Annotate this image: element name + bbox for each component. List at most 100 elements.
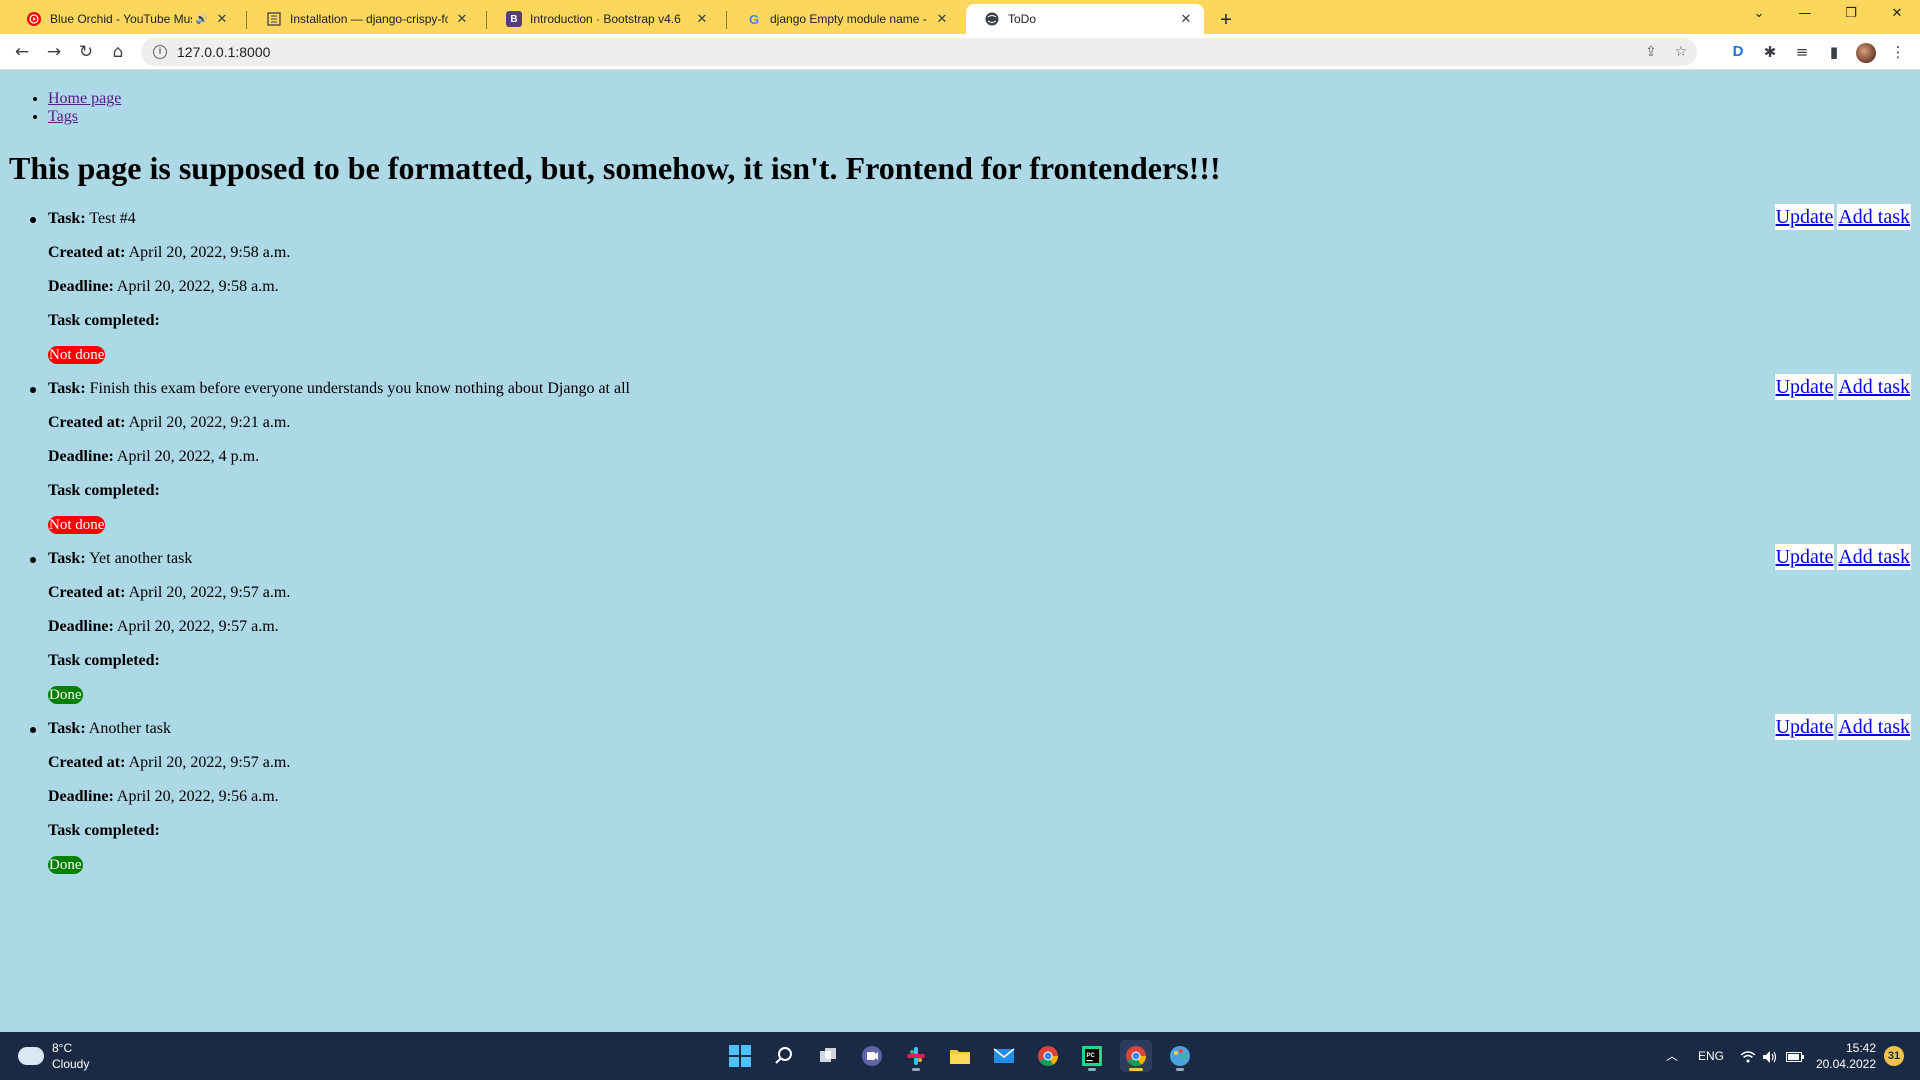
search-icon[interactable] (768, 1040, 800, 1072)
task-actions: Update Add task (1774, 714, 1911, 740)
created-row: Created at: April 20, 2022, 9:58 a.m. (48, 244, 290, 262)
task-actions: Update Add task (1774, 544, 1911, 570)
address-bar[interactable]: i 127.0.0.1:8000 ⇪ ☆ (141, 38, 1697, 66)
deadline-row: Deadline: April 20, 2022, 9:57 a.m. (48, 618, 279, 636)
completed-label: Task completed: (48, 652, 160, 669)
task-view-icon[interactable] (812, 1040, 844, 1072)
tab-youtube-music[interactable]: Blue Orchid - YouTube Music 🔊 ✕ (8, 4, 240, 34)
tab-search-icon[interactable]: ⌄ (1736, 0, 1782, 30)
clock[interactable]: 15:42 20.04.2022 (1816, 1040, 1876, 1072)
add-task-link[interactable]: Add task (1837, 374, 1911, 400)
media-control-icon[interactable]: ≡ (1788, 38, 1816, 66)
windows-taskbar: 8°C Cloudy PC ︿ ENG 15:42 20.04.2022 31 (0, 1032, 1920, 1080)
task-actions: Update Add task (1774, 374, 1911, 400)
close-icon[interactable]: ✕ (934, 11, 950, 27)
google-icon: G (748, 11, 760, 27)
extension-d-icon[interactable]: D (1724, 38, 1752, 66)
teams-chat-icon[interactable] (856, 1040, 888, 1072)
tab-bootstrap[interactable]: B Introduction · Bootstrap v4.6 ✕ (488, 4, 720, 34)
tab-django-crispy-forms[interactable]: Installation — django-crispy-forms ✕ (248, 4, 480, 34)
bookmark-star-icon[interactable]: ☆ (1669, 38, 1693, 66)
update-link[interactable]: Update (1774, 714, 1835, 740)
paint-icon[interactable] (1164, 1040, 1196, 1072)
running-indicator (1088, 1068, 1096, 1071)
pycharm-icon[interactable]: PC (1076, 1040, 1108, 1072)
wifi-icon[interactable] (1740, 1032, 1756, 1080)
tab-google-search[interactable]: G django Empty module name - Поиск ✕ (728, 4, 960, 34)
back-arrow-icon[interactable]: ← (8, 38, 36, 66)
list-bullet (30, 217, 36, 223)
tab-strip: Blue Orchid - YouTube Music 🔊 ✕ Installa… (0, 0, 1920, 34)
deadline-label: Deadline: (48, 788, 114, 805)
volume-icon[interactable] (1762, 1032, 1778, 1080)
temperature: 8°C (52, 1041, 73, 1055)
notification-badge[interactable]: 31 (1884, 1046, 1904, 1066)
completed-label: Task completed: (48, 482, 160, 499)
extensions-puzzle-icon[interactable]: ✱ (1756, 38, 1784, 66)
completed-row: Task completed: (48, 312, 160, 330)
avatar[interactable] (1856, 43, 1876, 63)
add-task-link[interactable]: Add task (1837, 204, 1911, 230)
slack-icon[interactable] (900, 1040, 932, 1072)
task-item: Task: Yet another task Created at: April… (0, 544, 1920, 720)
list-bullet (30, 387, 36, 393)
tab-title: django Empty module name - Поиск (770, 12, 928, 26)
update-link[interactable]: Update (1774, 204, 1835, 230)
deadline-value: April 20, 2022, 4 p.m. (116, 448, 260, 465)
close-icon[interactable]: ✕ (454, 11, 470, 27)
task-name-row: Task: Test #4 (48, 210, 136, 228)
weather-condition: Cloudy (52, 1057, 90, 1071)
deadline-row: Deadline: April 20, 2022, 9:56 a.m. (48, 788, 279, 806)
add-task-link[interactable]: Add task (1837, 714, 1911, 740)
task-name: Test #4 (89, 210, 136, 227)
chevron-up-icon[interactable]: ︿ (1666, 1032, 1678, 1080)
chrome-active-icon[interactable] (1120, 1040, 1152, 1072)
close-icon[interactable]: ✕ (694, 11, 710, 27)
site-info-icon[interactable]: i (153, 45, 167, 59)
speaker-icon[interactable]: 🔊 (196, 14, 208, 25)
globe-icon (984, 11, 1000, 27)
restore-button[interactable]: ❐ (1828, 0, 1874, 30)
chrome-icon[interactable] (1032, 1040, 1064, 1072)
deadline-label: Deadline: (48, 448, 114, 465)
share-icon[interactable]: ⇪ (1639, 38, 1663, 66)
update-link[interactable]: Update (1774, 544, 1835, 570)
deadline-row: Deadline: April 20, 2022, 4 p.m. (48, 448, 259, 466)
home-page-link[interactable]: Home page (48, 90, 121, 107)
mail-icon[interactable] (988, 1040, 1020, 1072)
tab-todo[interactable]: ToDo ✕ (966, 4, 1204, 34)
close-icon[interactable]: ✕ (1178, 11, 1194, 27)
file-explorer-icon[interactable] (944, 1040, 976, 1072)
side-panel-icon[interactable]: ▮ (1820, 38, 1848, 66)
forward-arrow-icon[interactable]: → (40, 38, 68, 66)
created-row: Created at: April 20, 2022, 9:57 a.m. (48, 584, 290, 602)
close-window-button[interactable]: ✕ (1874, 0, 1920, 30)
tags-link[interactable]: Tags (48, 108, 78, 125)
clock-date: 20.04.2022 (1815, 1057, 1876, 1071)
deadline-label: Deadline: (48, 278, 114, 295)
menu-kebab-icon[interactable]: ⋮ (1884, 38, 1912, 66)
update-link[interactable]: Update (1774, 374, 1835, 400)
nav-item: Tags (48, 108, 121, 126)
running-indicator (1129, 1068, 1143, 1071)
completed-row: Task completed: (48, 482, 160, 500)
deadline-value: April 20, 2022, 9:57 a.m. (116, 618, 279, 635)
tab-title: Introduction · Bootstrap v4.6 (530, 12, 681, 26)
start-button[interactable] (724, 1040, 756, 1072)
minimize-button[interactable]: — (1782, 0, 1828, 30)
home-icon[interactable]: ⌂ (104, 38, 132, 66)
battery-icon[interactable] (1786, 1032, 1804, 1080)
deadline-row: Deadline: April 20, 2022, 9:58 a.m. (48, 278, 279, 296)
language-indicator[interactable]: ENG (1698, 1032, 1724, 1080)
weather-widget[interactable]: 8°C Cloudy (18, 1040, 89, 1072)
bootstrap-icon: B (506, 11, 522, 27)
completed-label: Task completed: (48, 822, 160, 839)
new-tab-button[interactable]: + (1212, 6, 1240, 34)
add-task-link[interactable]: Add task (1837, 544, 1911, 570)
task-name: Another task (88, 720, 171, 737)
tab-title: ToDo (1008, 12, 1037, 26)
reload-icon[interactable]: ↻ (72, 38, 100, 66)
browser-toolbar: ← → ↻ ⌂ i 127.0.0.1:8000 ⇪ ☆ D ✱ ≡ ▮ ⋮ (0, 34, 1920, 70)
close-icon[interactable]: ✕ (214, 11, 230, 27)
document-icon (266, 11, 282, 27)
